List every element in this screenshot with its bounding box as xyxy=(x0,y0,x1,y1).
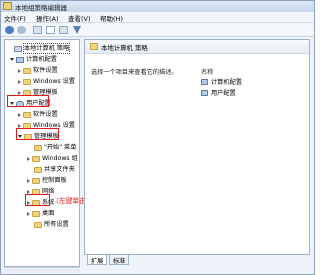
tab-standard[interactable]: 标准 xyxy=(109,255,130,265)
menu-help[interactable]: 帮助(H) xyxy=(100,13,123,23)
window-title: 本地组策略编辑器 xyxy=(15,4,67,12)
collapsed-arrow-icon[interactable] xyxy=(18,79,21,84)
details-pane: 本地计算机 策略 选择一个项目来查看它的描述。 名称 计算机配置 用户配置 xyxy=(84,39,310,255)
back-icon[interactable] xyxy=(5,26,14,34)
view-tabs: 扩展 标准 xyxy=(84,255,310,267)
menu-view[interactable]: 查看(V) xyxy=(68,13,91,23)
list-item-computer-config[interactable]: 计算机配置 xyxy=(201,77,242,86)
collapsed-arrow-icon[interactable] xyxy=(18,90,21,95)
collapsed-arrow-icon[interactable] xyxy=(27,178,30,183)
collapsed-arrow-icon[interactable] xyxy=(27,211,30,216)
folder-icon xyxy=(32,155,40,162)
collapsed-arrow-icon[interactable] xyxy=(27,156,30,161)
collapsed-arrow-icon[interactable] xyxy=(18,112,21,117)
details-header: 本地计算机 策略 xyxy=(85,40,309,54)
user-icon xyxy=(201,89,208,96)
tree-item-desktop[interactable]: 桌面 xyxy=(27,209,54,219)
column-name-header[interactable]: 名称 xyxy=(201,67,213,76)
policy-icon xyxy=(90,43,98,50)
tree-item-start-menu[interactable]: "开始" 菜单 xyxy=(27,143,76,153)
folder-icon xyxy=(32,210,40,217)
details-header-label: 本地计算机 策略 xyxy=(101,44,148,52)
tree-pane: 本地计算机 策略 计算机配置 软件设置 Windows 设置 管理模板 用户配置… xyxy=(4,39,80,267)
tab-extended[interactable]: 扩展 xyxy=(87,255,108,265)
forward-icon[interactable] xyxy=(17,26,26,34)
menu-bar: 文件(F) 操作(A) 查看(V) 帮助(H) xyxy=(1,12,314,23)
tree-item-computer-config[interactable]: 计算机配置 xyxy=(10,55,57,65)
folder-icon xyxy=(23,78,31,85)
properties-icon[interactable] xyxy=(46,26,55,34)
show-hide-tree-icon[interactable] xyxy=(33,26,42,34)
tree-item-root[interactable]: 本地计算机 策略 xyxy=(7,43,71,54)
tree-horizontal-scrollbar[interactable] xyxy=(4,267,80,273)
item-description: 选择一个项目来查看它的描述。 xyxy=(91,69,178,76)
menu-action[interactable]: 操作(A) xyxy=(36,13,59,23)
computer-icon xyxy=(201,78,208,85)
menu-file[interactable]: 文件(F) xyxy=(4,13,26,23)
tree-item-control-panel[interactable]: 控制面板 xyxy=(27,176,67,186)
group-policy-editor-window: 本地组策略编辑器 文件(F) 操作(A) 查看(V) 帮助(H) 本地计算机 策… xyxy=(0,0,315,275)
highlight-admin-templates xyxy=(16,128,59,140)
collapsed-arrow-icon[interactable] xyxy=(18,68,21,73)
app-icon xyxy=(3,2,12,10)
highlight-user-config xyxy=(7,95,49,107)
highlight-system xyxy=(25,194,50,206)
tree-item-windows-components[interactable]: Windows 组 xyxy=(27,154,78,164)
list-item-user-config[interactable]: 用户配置 xyxy=(201,88,236,97)
help-icon[interactable] xyxy=(59,26,68,34)
folder-icon xyxy=(23,111,31,118)
tree-item-user-software-settings[interactable]: 软件设置 xyxy=(18,110,58,120)
computer-icon xyxy=(16,56,24,63)
folder-icon xyxy=(23,67,31,74)
folder-icon xyxy=(34,144,42,151)
tree-item-all-settings[interactable]: 所有设置 xyxy=(27,220,69,230)
folder-icon xyxy=(34,166,42,173)
expanded-arrow-icon[interactable] xyxy=(10,58,14,61)
title-bar: 本地组策略编辑器 xyxy=(1,1,314,12)
collapsed-arrow-icon[interactable] xyxy=(27,189,30,194)
folder-icon xyxy=(34,221,42,228)
filter-icon[interactable] xyxy=(73,26,81,34)
collapsed-arrow-icon[interactable] xyxy=(18,123,21,128)
folder-icon xyxy=(32,177,40,184)
tree-item-software-settings[interactable]: 软件设置 xyxy=(18,66,58,76)
tree-item-shared-folders[interactable]: 共享文件夹 xyxy=(27,165,75,175)
policy-icon xyxy=(14,45,22,52)
toolbar xyxy=(1,23,314,37)
tree-item-windows-settings[interactable]: Windows 设置 xyxy=(18,77,75,87)
